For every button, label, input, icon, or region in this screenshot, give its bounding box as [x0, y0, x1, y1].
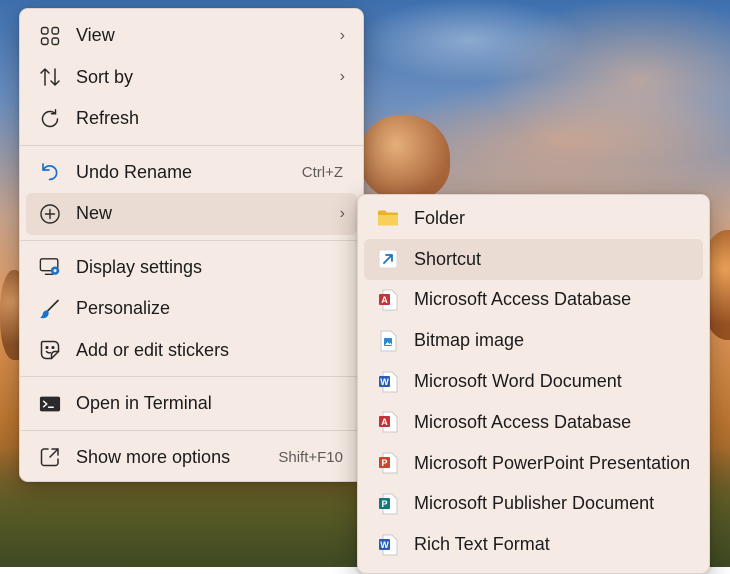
menu-separator [20, 144, 363, 146]
menu-item-view[interactable]: View › [26, 15, 357, 57]
chevron-right-icon: › [339, 26, 345, 44]
folder-icon [377, 207, 399, 229]
view-grid-icon [39, 25, 61, 47]
submenu-item-folder[interactable]: Folder [364, 198, 703, 239]
menu-item-show-more-options[interactable]: Show more options Shift+F10 [26, 437, 357, 479]
submenu-item-label: Microsoft Publisher Document [414, 493, 655, 514]
svg-text:A: A [381, 417, 388, 427]
new-plus-icon [39, 203, 61, 225]
menu-separator [20, 376, 363, 377]
svg-text:P: P [381, 458, 387, 468]
menu-item-label: Undo Rename [76, 161, 193, 182]
submenu-item-publisher-document[interactable]: P Microsoft Publisher Document [364, 484, 703, 525]
sticker-icon [39, 339, 61, 361]
svg-text:W: W [380, 540, 389, 550]
chevron-right-icon: › [339, 68, 345, 86]
new-submenu: Folder Shortcut A Microsoft Access Datab… [357, 194, 710, 574]
submenu-item-access-database-2[interactable]: A Microsoft Access Database [364, 402, 703, 443]
terminal-icon [39, 393, 61, 415]
submenu-item-bitmap-image[interactable]: Bitmap image [364, 320, 703, 361]
menu-item-label: Add or edit stickers [76, 339, 230, 360]
menu-item-refresh[interactable]: Refresh [26, 98, 357, 140]
menu-item-label: View [76, 25, 115, 46]
menu-item-display-settings[interactable]: Display settings [26, 247, 357, 289]
menu-item-label: Refresh [76, 108, 140, 129]
submenu-item-label: Microsoft Access Database [414, 289, 632, 310]
submenu-item-label: Folder [414, 207, 466, 228]
menu-item-sort-by[interactable]: Sort by › [26, 57, 357, 99]
refresh-icon [39, 108, 61, 130]
access-file-icon: A [377, 411, 399, 433]
submenu-item-word-document[interactable]: W Microsoft Word Document [364, 361, 703, 402]
display-settings-icon [39, 256, 61, 278]
keyboard-shortcut: Ctrl+Z [301, 163, 343, 181]
undo-icon [39, 161, 61, 183]
word-file-icon: W [377, 371, 399, 393]
rock-formation [360, 115, 450, 200]
menu-item-open-in-terminal[interactable]: Open in Terminal [26, 383, 357, 425]
submenu-item-powerpoint-presentation[interactable]: P Microsoft PowerPoint Presentation [364, 443, 703, 484]
menu-item-label: Display settings [76, 256, 203, 277]
submenu-item-label: Microsoft PowerPoint Presentation [414, 452, 691, 473]
submenu-item-label: Rich Text Format [414, 534, 550, 555]
desktop-context-menu: View › Sort by › Refresh Undo Rename Ctr… [19, 8, 364, 482]
menu-item-label: Personalize [76, 298, 171, 319]
publisher-file-icon: P [377, 493, 399, 515]
submenu-item-label: Microsoft Word Document [414, 371, 622, 392]
menu-item-new[interactable]: New › [26, 193, 357, 235]
menu-separator [20, 429, 363, 431]
menu-item-label: Sort by [76, 66, 134, 87]
menu-item-label: Open in Terminal [76, 393, 212, 414]
svg-text:P: P [381, 499, 387, 509]
menu-item-personalize[interactable]: Personalize [26, 288, 357, 330]
svg-text:W: W [380, 377, 389, 387]
sort-icon [39, 66, 61, 88]
chevron-right-icon: › [339, 204, 345, 222]
submenu-item-access-database[interactable]: A Microsoft Access Database [364, 280, 703, 321]
bitmap-file-icon [377, 330, 399, 352]
brush-icon [39, 298, 61, 320]
menu-separator [20, 239, 363, 241]
menu-item-label: Show more options [76, 446, 231, 467]
keyboard-shortcut: Shift+F10 [278, 448, 343, 466]
menu-item-undo-rename[interactable]: Undo Rename Ctrl+Z [26, 152, 357, 194]
submenu-item-label: Shortcut [414, 248, 482, 269]
submenu-item-label: Bitmap image [414, 330, 525, 351]
more-options-icon [39, 446, 61, 468]
shortcut-arrow-icon [377, 248, 399, 270]
submenu-item-label: Microsoft Access Database [414, 411, 632, 432]
submenu-item-rich-text-format[interactable]: W Rich Text Format [364, 524, 703, 565]
svg-text:A: A [381, 295, 388, 305]
menu-item-add-edit-stickers[interactable]: Add or edit stickers [26, 330, 357, 372]
powerpoint-file-icon: P [377, 452, 399, 474]
submenu-item-shortcut[interactable]: Shortcut [364, 238, 703, 280]
rtf-file-icon: W [377, 534, 399, 556]
access-file-icon: A [377, 289, 399, 311]
menu-item-label: New [76, 203, 113, 224]
